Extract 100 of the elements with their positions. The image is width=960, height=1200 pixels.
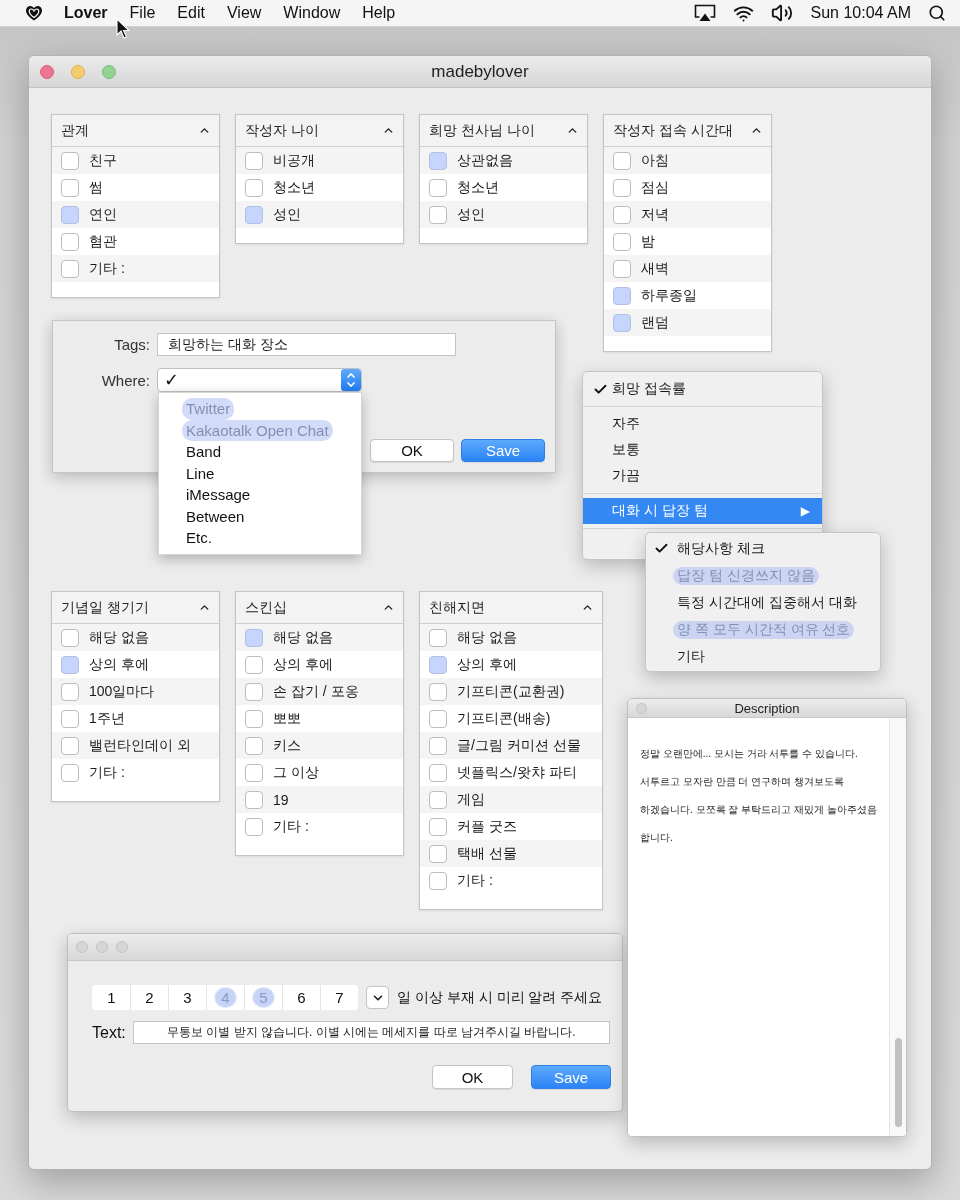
checkbox[interactable]: [245, 628, 263, 647]
option-label: 혐관: [89, 232, 117, 251]
checkbox[interactable]: [429, 871, 447, 890]
day-segment[interactable]: 7: [320, 985, 358, 1010]
checkbox[interactable]: [429, 763, 447, 782]
heart-icon[interactable]: [26, 5, 42, 21]
checkbox[interactable]: [245, 205, 263, 224]
menu-item[interactable]: 특정 시간대에 집중해서 대화: [646, 589, 880, 616]
checkbox[interactable]: [429, 817, 447, 836]
list-title: 친해지면: [429, 598, 485, 617]
minimize-button[interactable]: [96, 941, 108, 953]
checkbox[interactable]: [245, 682, 263, 701]
app-menu[interactable]: Lover: [64, 4, 108, 22]
checkbox[interactable]: [613, 151, 631, 170]
option-label: 밸런타인데이 외: [89, 736, 191, 755]
ok-button[interactable]: OK: [432, 1065, 513, 1089]
checkbox[interactable]: [613, 232, 631, 251]
dropdown-option[interactable]: Line: [182, 462, 219, 484]
menu-item[interactable]: 희망 접속률: [583, 376, 822, 402]
option-label: 하루종일: [641, 286, 697, 305]
ok-button[interactable]: OK: [370, 439, 454, 462]
checkbox[interactable]: [613, 313, 631, 332]
where-popup[interactable]: ✓: [157, 368, 362, 392]
dropdown-button[interactable]: [366, 986, 389, 1009]
menu-title[interactable]: Window: [283, 4, 341, 22]
menu-title[interactable]: View: [226, 4, 262, 22]
checkbox[interactable]: [61, 232, 79, 251]
option-label: 새벽: [641, 259, 669, 278]
checkbox[interactable]: [245, 655, 263, 674]
option-label: 기프티콘(교환권): [457, 682, 565, 701]
option-label: 글/그림 커미션 선물: [457, 736, 581, 755]
minimize-button[interactable]: [71, 64, 85, 79]
checkbox[interactable]: [613, 178, 631, 197]
tags-field[interactable]: 희망하는 대화 장소: [157, 333, 456, 356]
zoom-button[interactable]: [102, 64, 116, 79]
checkbox[interactable]: [429, 655, 447, 674]
window-title: Description: [734, 700, 800, 716]
checkbox[interactable]: [61, 628, 79, 647]
checkbox[interactable]: [429, 682, 447, 701]
checkbox[interactable]: [429, 151, 447, 170]
scrollbar-thumb[interactable]: [895, 1038, 902, 1127]
close-button[interactable]: [636, 702, 647, 714]
checkbox[interactable]: [61, 655, 79, 674]
checkbox[interactable]: [245, 790, 263, 809]
menu-title[interactable]: Help: [362, 4, 396, 22]
text-field[interactable]: 무통보 이별 받지 않습니다. 이별 시에는 메세지를 따로 남겨주시길 바랍니다.: [132, 1021, 610, 1044]
option-label: 뽀뽀: [273, 709, 301, 728]
search-icon[interactable]: [928, 4, 946, 22]
checkbox[interactable]: [245, 151, 263, 170]
option-label: 게임: [457, 790, 485, 809]
menu-item[interactable]: 보통: [583, 437, 822, 463]
checkbox[interactable]: [429, 628, 447, 647]
menu-clock[interactable]: Sun 10:04 AM: [810, 4, 911, 22]
zoom-button[interactable]: [116, 941, 128, 953]
screen-cast-icon[interactable]: [694, 4, 717, 22]
checkbox[interactable]: [61, 709, 79, 728]
checkbox[interactable]: [613, 286, 631, 305]
dropdown-option[interactable]: iMessage: [182, 484, 255, 506]
checkbox[interactable]: [245, 763, 263, 782]
close-button[interactable]: [76, 941, 88, 953]
option-label: 비공개: [273, 151, 315, 170]
checkbox[interactable]: [613, 259, 631, 278]
menu-item[interactable]: 가끔: [583, 463, 822, 489]
checkbox[interactable]: [245, 178, 263, 197]
dropdown-option[interactable]: Band: [182, 441, 226, 463]
checkbox[interactable]: [429, 790, 447, 809]
close-button[interactable]: [40, 64, 54, 79]
checkbox[interactable]: [61, 205, 79, 224]
checkbox[interactable]: [61, 178, 79, 197]
dropdown-option[interactable]: Etc.: [182, 527, 216, 549]
checkbox[interactable]: [429, 205, 447, 224]
checkbox[interactable]: [61, 259, 79, 278]
menu-title[interactable]: Edit: [177, 4, 205, 22]
menu-item[interactable]: 대화 시 답장 텀 ▶: [583, 498, 822, 524]
checkbox[interactable]: [429, 844, 447, 863]
volume-icon[interactable]: [771, 2, 794, 24]
checkbox[interactable]: [61, 151, 79, 170]
dropdown-option[interactable]: Between: [182, 505, 249, 527]
checkbox[interactable]: [61, 682, 79, 701]
list-title: 작성자 접속 시간대: [613, 121, 733, 140]
checkbox[interactable]: [245, 709, 263, 728]
option-label: 아침: [641, 151, 669, 170]
menu-item[interactable]: 자주: [583, 411, 822, 437]
list-title: 스킨십: [245, 598, 287, 617]
option-label: 그 이상: [273, 763, 319, 782]
checkbox[interactable]: [613, 205, 631, 224]
submenu-arrow: ▶: [800, 504, 810, 518]
list-title: 작성자 나이: [245, 121, 319, 140]
menu-item[interactable]: 해당사항 체크: [646, 535, 880, 562]
menu-item[interactable]: 기타: [646, 643, 880, 670]
checkbox[interactable]: [429, 178, 447, 197]
scrollbar-track[interactable]: [889, 718, 906, 1136]
checkbox[interactable]: [61, 736, 79, 755]
checkbox[interactable]: [245, 736, 263, 755]
menu-title[interactable]: File: [129, 4, 156, 22]
option-label: 키스: [273, 736, 301, 755]
checkbox[interactable]: [61, 763, 79, 782]
checkbox[interactable]: [429, 709, 447, 728]
checkbox[interactable]: [429, 736, 447, 755]
checkbox[interactable]: [245, 817, 263, 836]
